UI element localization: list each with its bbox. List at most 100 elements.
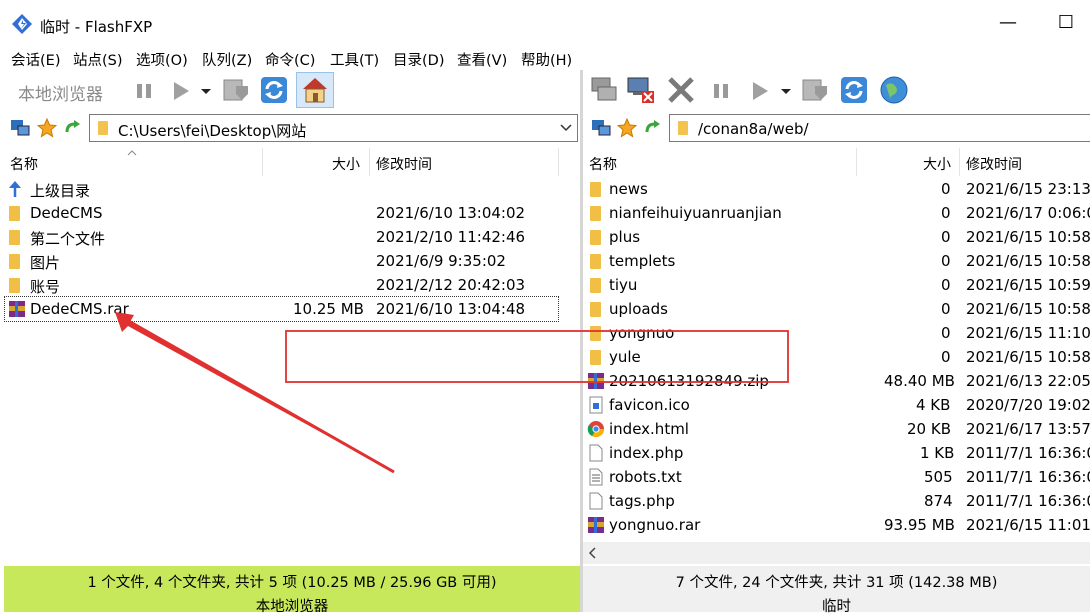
file-name: 20210613192849.zip (609, 372, 769, 390)
chevron-down-icon[interactable] (778, 74, 794, 106)
play-icon[interactable] (744, 74, 776, 106)
file-modified: 2021/6/15 23:13: (966, 180, 1090, 198)
chevron-left-icon[interactable] (587, 547, 599, 559)
file-size: 0 (941, 228, 951, 246)
table-row[interactable]: news 0 2021/6/15 23:13: (583, 177, 1090, 201)
horizontal-scrollbar[interactable] (583, 542, 1090, 564)
favorites-star-icon[interactable] (617, 118, 637, 138)
chevron-down-icon[interactable] (198, 74, 214, 106)
table-row[interactable]: plus 0 2021/6/15 10:58: (583, 225, 1090, 249)
play-icon[interactable] (165, 74, 197, 106)
remote-status-bar: 7 个文件, 24 个文件夹, 共计 31 项 (142.38 MB) 临时 (583, 566, 1090, 615)
table-row[interactable]: nianfeihuiyuanruanjian 0 2021/6/17 0:06:… (583, 201, 1090, 225)
table-row[interactable]: robots.txt 505 2011/7/1 16:36:0 (583, 465, 1090, 489)
file-name: templets (609, 252, 676, 270)
table-row[interactable]: favicon.ico 4 KB 2020/7/20 19:02: (583, 393, 1090, 417)
pause-icon[interactable] (705, 74, 737, 106)
remote-toolbar (583, 70, 1090, 110)
disconnect-icon[interactable] (625, 74, 657, 106)
transfer-icon[interactable] (220, 74, 252, 106)
table-row[interactable]: tiyu 0 2021/6/15 10:59: (583, 273, 1090, 297)
column-size-header[interactable]: 大小 (923, 154, 951, 174)
table-row[interactable]: 第二个文件 2021/2/10 11:42:46 (0, 225, 558, 249)
file-modified: 2021/6/9 9:35:02 (376, 252, 506, 270)
menu-help[interactable]: 帮助(H) (521, 49, 572, 70)
table-row[interactable]: yongnuo.rar 93.95 MB 2021/6/15 11:01: (583, 513, 1090, 537)
transfer-icon[interactable] (799, 74, 831, 106)
local-path-input[interactable]: C:\Users\fei\Desktop\网站 (89, 114, 578, 142)
file-modified: 2011/7/1 16:36:0 (966, 444, 1090, 462)
column-separator[interactable] (558, 148, 559, 176)
table-row[interactable]: uploads 0 2021/6/15 10:58: (583, 297, 1090, 321)
menu-directory[interactable]: 目录(D) (393, 49, 444, 70)
computer-icon[interactable] (591, 118, 611, 138)
file-modified: 2011/7/1 16:36:0 (966, 468, 1090, 486)
file-size: 0 (941, 276, 951, 294)
maximize-button[interactable]: ☐ (1044, 8, 1088, 38)
column-separator[interactable] (262, 148, 263, 176)
parent-directory-icon[interactable] (63, 118, 83, 138)
rar-icon (9, 301, 25, 317)
column-modified-header[interactable]: 修改时间 (966, 154, 1022, 174)
chevron-down-icon[interactable] (559, 123, 573, 133)
file-name: nianfeihuiyuanruanjian (609, 204, 782, 222)
menu-queue[interactable]: 队列(Z) (202, 49, 252, 70)
menu-commands[interactable]: 命令(C) (265, 49, 315, 70)
table-row[interactable]: tags.php 874 2011/7/1 16:36:0 (583, 489, 1090, 513)
remote-file-list[interactable]: 名称 大小 修改时间 news 0 2021/6/15 23:13: nianf… (583, 148, 1090, 542)
remote-path-input[interactable]: /conan8a/web/ (669, 114, 1090, 142)
table-row[interactable]: DedeCMS 2021/6/10 13:04:02 (0, 201, 558, 225)
column-separator[interactable] (856, 148, 857, 176)
local-file-list[interactable]: 名称 大小 修改时间 上级目录 DedeCMS 2021/6/10 13:04:… (0, 148, 580, 566)
table-row[interactable]: yongnuo 0 2021/6/15 11:10: (583, 321, 1090, 345)
window-title: 临时 - FlashFXP (40, 18, 153, 36)
table-row[interactable]: 上级目录 (0, 177, 558, 201)
minimize-button[interactable]: — (986, 8, 1030, 38)
computer-icon[interactable] (10, 118, 30, 138)
refresh-icon[interactable] (838, 74, 870, 106)
column-name-header[interactable]: 名称 (10, 154, 38, 174)
folder-icon (9, 254, 20, 269)
favorites-star-icon[interactable] (37, 118, 57, 138)
globe-icon[interactable] (878, 74, 910, 106)
refresh-icon[interactable] (258, 74, 290, 106)
file-name: DedeCMS.rar (30, 300, 129, 318)
file-name: 上级目录 (30, 182, 91, 200)
folder-icon (590, 230, 601, 245)
local-toolbar: 本地浏览器 (0, 70, 580, 110)
connect-icon[interactable] (588, 74, 620, 106)
table-row[interactable]: 账号 2021/2/12 20:42:03 (0, 273, 558, 297)
parent-directory-icon[interactable] (643, 118, 663, 138)
home-button[interactable] (296, 72, 334, 108)
column-name-header[interactable]: 名称 (589, 154, 617, 174)
menu-tools[interactable]: 工具(T) (330, 49, 379, 70)
pause-icon[interactable] (128, 74, 160, 106)
abort-icon[interactable] (665, 74, 697, 106)
menu-session[interactable]: 会话(E) (11, 49, 60, 70)
column-size-header[interactable]: 大小 (332, 154, 360, 174)
local-status-label: 本地浏览器 (255, 599, 329, 615)
table-row[interactable]: 图片 2021/6/9 9:35:02 (0, 249, 558, 273)
table-row-selected[interactable]: DedeCMS.rar 10.25 MB 2021/6/10 13:04:48 (4, 296, 559, 322)
column-modified-header[interactable]: 修改时间 (376, 154, 432, 174)
table-row[interactable]: index.php 1 KB 2011/7/1 16:36:0 (583, 441, 1090, 465)
file-modified: 2021/6/15 11:01: (966, 516, 1090, 534)
file-size: 1 KB (920, 444, 955, 462)
folder-icon (590, 278, 601, 293)
table-row[interactable]: 20210613192849.zip 48.40 MB 2021/6/13 22… (583, 369, 1090, 393)
menu-bar: 会话(E) 站点(S) 选项(O) 队列(Z) 命令(C) 工具(T) 目录(D… (0, 44, 1090, 70)
local-status-bar: 1 个文件, 4 个文件夹, 共计 5 项 (10.25 MB / 25.96 … (4, 566, 580, 615)
title-bar: 临时 - FlashFXP — ☐ (0, 0, 1090, 42)
table-row[interactable]: templets 0 2021/6/15 10:58: (583, 249, 1090, 273)
table-row[interactable]: yule 0 2021/6/15 10:58: (583, 345, 1090, 369)
column-separator[interactable] (369, 148, 370, 176)
menu-sites[interactable]: 站点(S) (73, 49, 123, 70)
column-separator[interactable] (959, 148, 960, 176)
menu-options[interactable]: 选项(O) (136, 49, 188, 70)
file-modified: 2021/6/10 13:04:48 (376, 300, 526, 318)
table-row[interactable]: index.html 20 KB 2021/6/17 13:57: (583, 417, 1090, 441)
file-modified: 2021/6/15 10:58: (966, 300, 1090, 318)
file-modified: 2021/6/13 22:05: (966, 372, 1090, 390)
local-address-bar: C:\Users\fei\Desktop\网站 (0, 112, 580, 144)
menu-view[interactable]: 查看(V) (457, 49, 507, 70)
